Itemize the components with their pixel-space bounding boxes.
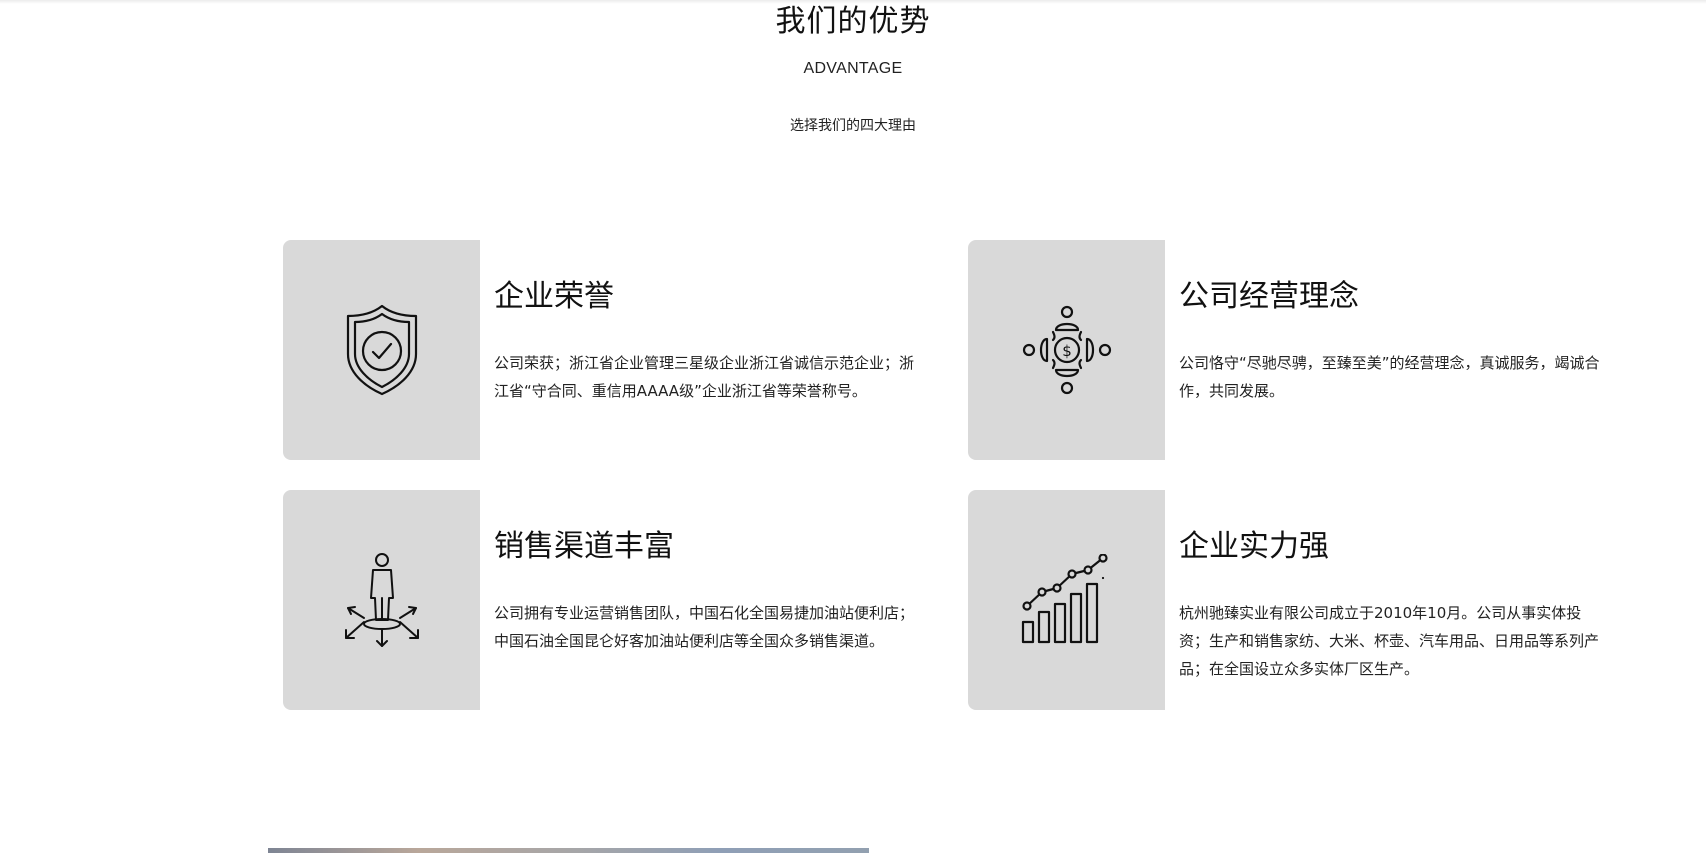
card-title: 销售渠道丰富: [494, 529, 674, 564]
section-description: 选择我们的四大理由: [790, 118, 916, 134]
icon-box: [968, 490, 1165, 710]
advantage-card-strength: 企业实力强 杭州驰臻实业有限公司成立于2010年10月。公司从事实体投资；生产和…: [968, 490, 1599, 710]
icon-box: [283, 240, 480, 460]
shield-check-icon: [346, 304, 417, 396]
icon-box: [283, 490, 480, 710]
advantage-card-channels: 销售渠道丰富 公司拥有专业运营销售团队，中国石化全国易捷加油站便利店；中国石油全…: [283, 490, 914, 710]
growth-chart-icon: [1021, 554, 1108, 644]
advantage-section: 我们的优势 ADVANTAGE 选择我们的四大理由 企业荣誉 公司荣获；浙江省企…: [0, 0, 1706, 855]
section-title: 我们的优势: [775, 4, 931, 39]
advantage-card-honor: 企业荣誉 公司荣获；浙江省企业管理三星级企业浙江省诚信示范企业；浙江省“守合同、…: [283, 240, 914, 460]
person-arrows-icon: [344, 553, 419, 647]
section-subtitle: ADVANTAGE: [803, 60, 903, 77]
icon-box: $: [968, 240, 1165, 460]
card-title: 企业实力强: [1179, 529, 1329, 564]
team-money-icon: $: [1022, 305, 1111, 395]
svg-text:$: $: [1062, 342, 1072, 360]
card-text: 公司荣获；浙江省企业管理三星级企业浙江省诚信示范企业；浙江省“守合同、重信用AA…: [494, 354, 915, 400]
advantage-card-philosophy: $ 公司经营理念 公司恪守“尽驰尽骋，至臻至美”的经营理念，真诚服务，竭诚合作，…: [968, 240, 1600, 460]
card-text: 公司恪守“尽驰尽骋，至臻至美”的经营理念，真诚服务，竭诚合作，共同发展。: [1179, 354, 1600, 400]
next-section-image-strip: [268, 848, 869, 853]
card-title: 企业荣誉: [494, 279, 614, 314]
card-title: 公司经营理念: [1179, 279, 1359, 314]
card-text: 公司拥有专业运营销售团队，中国石化全国易捷加油站便利店；中国石油全国昆仑好客加油…: [494, 604, 915, 650]
card-text: 杭州驰臻实业有限公司成立于2010年10月。公司从事实体投资；生产和销售家纺、大…: [1179, 604, 1600, 678]
